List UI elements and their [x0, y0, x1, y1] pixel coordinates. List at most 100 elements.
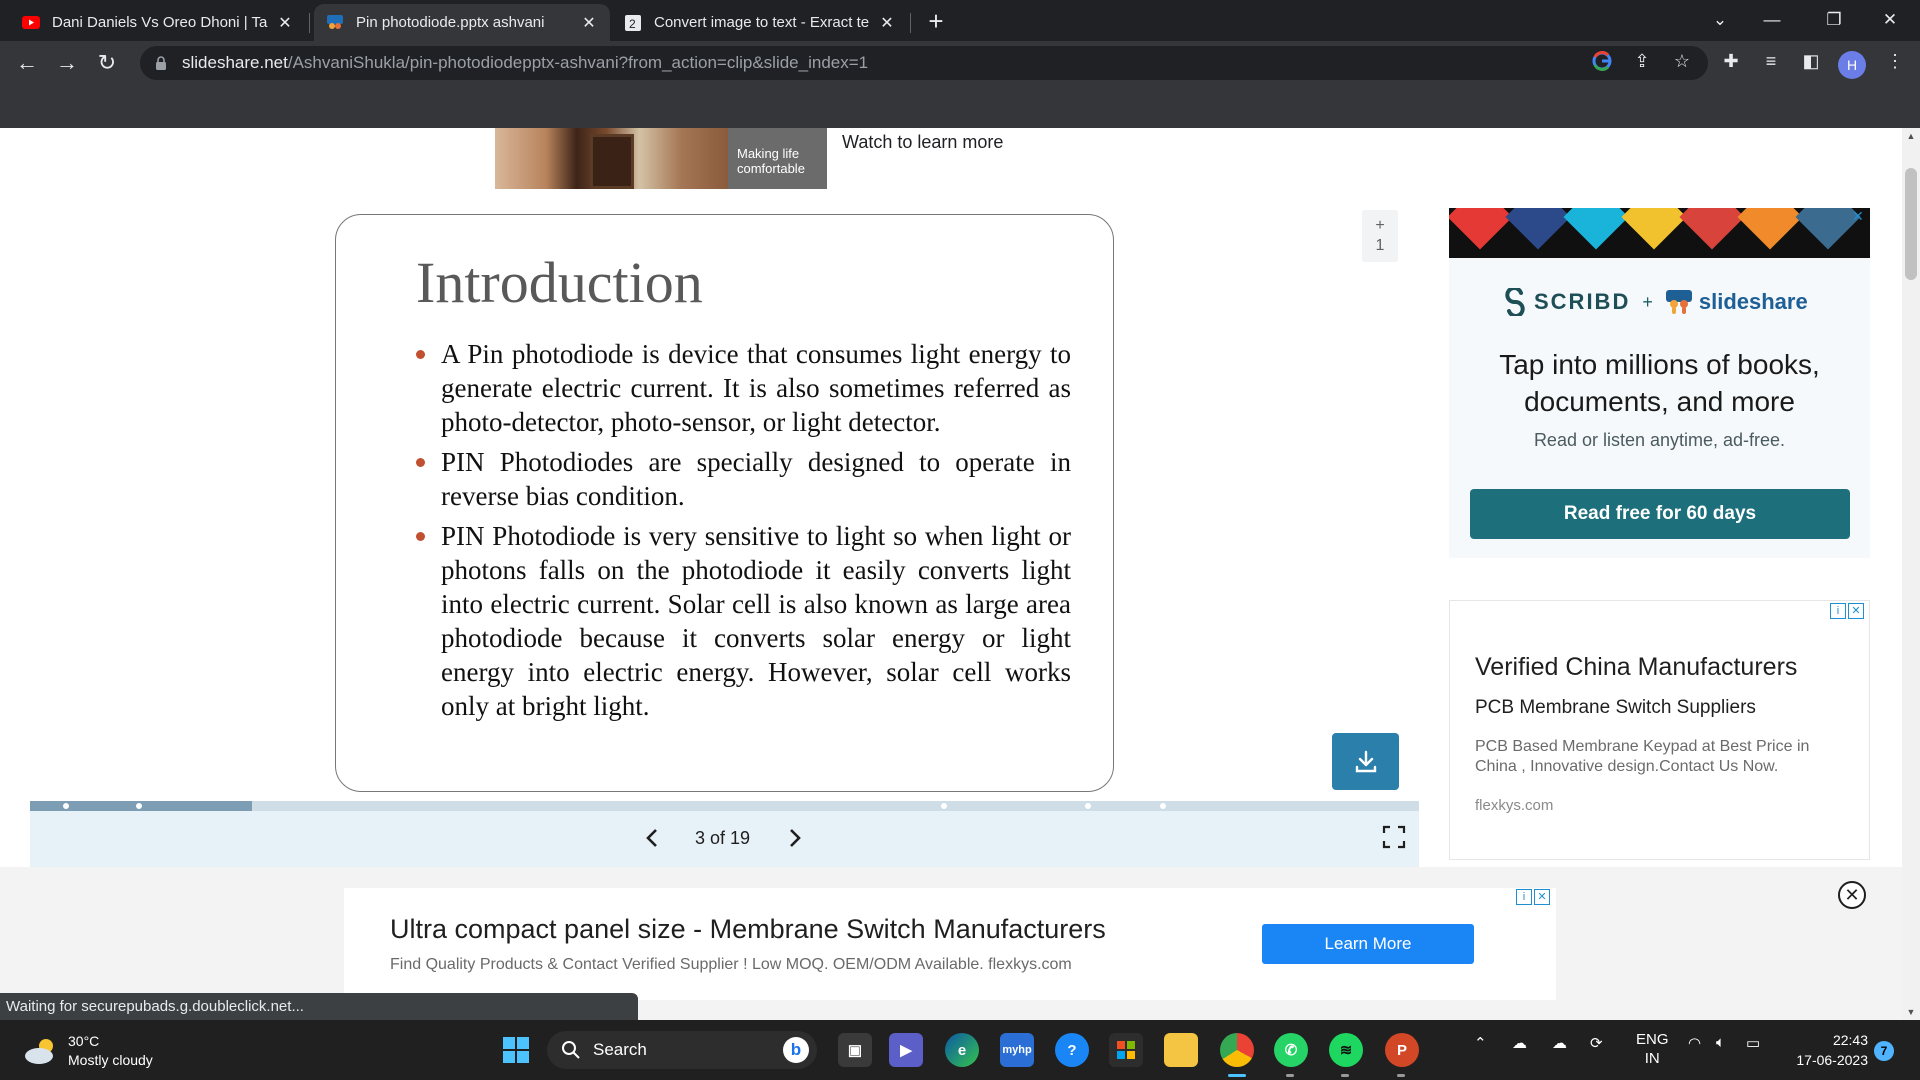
next-slide-button[interactable]: [780, 823, 810, 853]
plus-sign: +: [1642, 291, 1653, 312]
whatsapp-icon[interactable]: ✆: [1274, 1033, 1308, 1067]
powerpoint-running-indicator: [1397, 1074, 1405, 1077]
scribd-headline: Tap into millions of books, documents, a…: [1499, 349, 1820, 417]
video-ad-thumbnail[interactable]: [495, 128, 728, 189]
show-hidden-icons-icon[interactable]: ⌃: [1474, 1034, 1487, 1052]
google-icon[interactable]: [1587, 46, 1617, 76]
back-icon[interactable]: ←: [11, 47, 43, 79]
chevron-right-icon: [790, 829, 801, 847]
start-button[interactable]: [499, 1033, 533, 1067]
video-ad-label[interactable]: Making life comfortable: [728, 128, 827, 189]
adchoices-close-icon[interactable]: ✕: [1534, 889, 1550, 905]
clip-slide-button[interactable]: + 1: [1362, 210, 1398, 262]
close-window-icon[interactable]: ✕: [1870, 4, 1910, 36]
close-tab-icon[interactable]: ✕: [878, 13, 896, 33]
close-bottom-ad-icon[interactable]: ✕: [1838, 881, 1866, 909]
restore-icon[interactable]: ❐: [1814, 4, 1854, 36]
bing-icon[interactable]: b: [783, 1037, 809, 1063]
download-button[interactable]: [1332, 733, 1399, 790]
reload-icon[interactable]: ↻: [91, 47, 123, 79]
vpn-icon[interactable]: ⟳: [1590, 1034, 1603, 1052]
slide-navigation: 3 of 19: [30, 811, 1419, 867]
onedrive-sync-icon[interactable]: ☁: [1552, 1034, 1567, 1052]
file-explorer-icon[interactable]: [1164, 1033, 1198, 1067]
download-icon: [1355, 750, 1376, 772]
bookmark-star-icon[interactable]: ☆: [1667, 46, 1697, 76]
microsoft-store-icon[interactable]: [1109, 1033, 1143, 1067]
side-ad-title[interactable]: Verified China Manufacturers: [1475, 653, 1797, 682]
adchoices-info-icon[interactable]: i: [1516, 889, 1532, 905]
fullscreen-button[interactable]: [1382, 825, 1408, 851]
new-tab-icon[interactable]: +: [922, 8, 950, 36]
scribd-wordmark: SCRIBD: [1534, 289, 1631, 314]
slide-progress-bar[interactable]: [30, 801, 1419, 811]
adchoices[interactable]: i ✕: [1516, 889, 1550, 905]
scribd-logo-icon: [1505, 288, 1525, 316]
wifi-icon[interactable]: ◠: [1688, 1034, 1701, 1052]
read-free-button[interactable]: Read free for 60 days: [1470, 489, 1850, 539]
progress-marker: [63, 803, 69, 809]
get-help-icon[interactable]: ?: [1055, 1033, 1089, 1067]
flexkys-side-ad[interactable]: i ✕ Verified China Manufacturers PCB Mem…: [1449, 600, 1870, 860]
bullet-dot: [416, 532, 425, 541]
language-code: ENG: [1636, 1031, 1669, 1048]
tab-youtube[interactable]: Dani Daniels Vs Oreo Dhoni | Tam ✕: [10, 4, 306, 41]
side-ad-subtitle[interactable]: PCB Membrane Switch Suppliers: [1475, 697, 1756, 719]
onedrive-icon[interactable]: ☁: [1512, 1034, 1527, 1052]
chrome-icon[interactable]: [1220, 1033, 1254, 1067]
slide-title: Introduction: [416, 250, 703, 315]
side-ad-domain[interactable]: flexkys.com: [1475, 797, 1553, 814]
weather-widget[interactable]: 30°C Mostly cloudy: [22, 1032, 153, 1070]
volume-icon[interactable]: 🔈︎: [1716, 1034, 1725, 1051]
notification-badge[interactable]: 7: [1874, 1041, 1894, 1061]
share-icon[interactable]: ⇪: [1627, 46, 1657, 76]
scroll-up-arrow-icon[interactable]: ▲: [1902, 128, 1920, 144]
media-queue-icon[interactable]: ≡: [1756, 46, 1786, 76]
adchoices-close-icon[interactable]: ✕: [1848, 603, 1864, 619]
forward-icon[interactable]: →: [51, 47, 83, 79]
taskbar-clock[interactable]: 22:43 17-06-2023: [1788, 1030, 1868, 1070]
powerpoint-icon[interactable]: P: [1385, 1033, 1419, 1067]
bottom-banner-ad[interactable]: i ✕ Ultra compact panel size - Membrane …: [344, 888, 1556, 1000]
task-view-icon[interactable]: ▣: [838, 1033, 872, 1067]
adchoices[interactable]: i ✕: [1830, 603, 1864, 619]
spotify-icon[interactable]: ≋: [1329, 1033, 1363, 1067]
scribd-ad[interactable]: ✕ SCRIBD + slideshare Tap into millions …: [1449, 208, 1870, 558]
video-ad-caption[interactable]: Watch to learn more: [842, 132, 1003, 153]
previous-slide-button[interactable]: [637, 823, 667, 853]
language-indicator[interactable]: ENG IN: [1636, 1030, 1669, 1068]
url-text[interactable]: slideshare.net/AshvaniShukla/pin-photodi…: [182, 53, 868, 73]
extensions-icon[interactable]: ✚: [1716, 46, 1746, 76]
book-cover: [1505, 208, 1571, 250]
teams-icon[interactable]: ▶: [889, 1033, 923, 1067]
page-scrollbar[interactable]: ▲ ▼: [1902, 128, 1920, 1020]
ad-close-icon[interactable]: ✕: [1852, 208, 1864, 225]
myhp-icon[interactable]: myhp: [1000, 1033, 1034, 1067]
lock-icon[interactable]: [150, 52, 172, 74]
bullet-text: PIN Photodiode is very sensitive to ligh…: [441, 521, 1071, 721]
minimize-icon[interactable]: —: [1752, 4, 1792, 36]
profile-avatar[interactable]: H: [1838, 51, 1866, 79]
tab-slideshare[interactable]: Pin photodiode.pptx ashvani ✕: [314, 4, 610, 41]
tab-search-icon[interactable]: ⌄: [1700, 4, 1740, 36]
battery-icon[interactable]: ▭: [1746, 1034, 1760, 1052]
scroll-down-arrow-icon[interactable]: ▼: [1902, 1004, 1920, 1020]
tab-strip: Dani Daniels Vs Oreo Dhoni | Tam ✕ Pin p…: [0, 0, 1920, 41]
scrollbar-thumb[interactable]: [1905, 168, 1917, 280]
adchoices-info-icon[interactable]: i: [1830, 603, 1846, 619]
learn-more-button[interactable]: Learn More: [1262, 924, 1474, 964]
address-bar[interactable]: slideshare.net/AshvaniShukla/pin-photodi…: [140, 46, 1708, 80]
menu-icon[interactable]: ⋮: [1880, 46, 1910, 76]
bottom-ad-title[interactable]: Ultra compact panel size - Membrane Swit…: [390, 914, 1106, 945]
taskbar-search[interactable]: Search b: [547, 1031, 817, 1069]
slideshare-wordmark: slideshare: [1698, 289, 1808, 314]
side-panel-icon[interactable]: ◧: [1796, 46, 1826, 76]
edge-icon[interactable]: e: [945, 1033, 979, 1067]
close-tab-icon[interactable]: ✕: [276, 13, 294, 33]
svg-text:2: 2: [629, 17, 636, 31]
close-tab-icon[interactable]: ✕: [580, 13, 598, 33]
tab-ocr[interactable]: 2 Convert image to text - Exract te ✕: [612, 4, 908, 41]
book-cover: [1621, 208, 1687, 250]
slide-bullet: PIN Photodiode is very sensitive to ligh…: [416, 519, 1071, 723]
clock-time: 22:43: [1832, 1032, 1868, 1048]
